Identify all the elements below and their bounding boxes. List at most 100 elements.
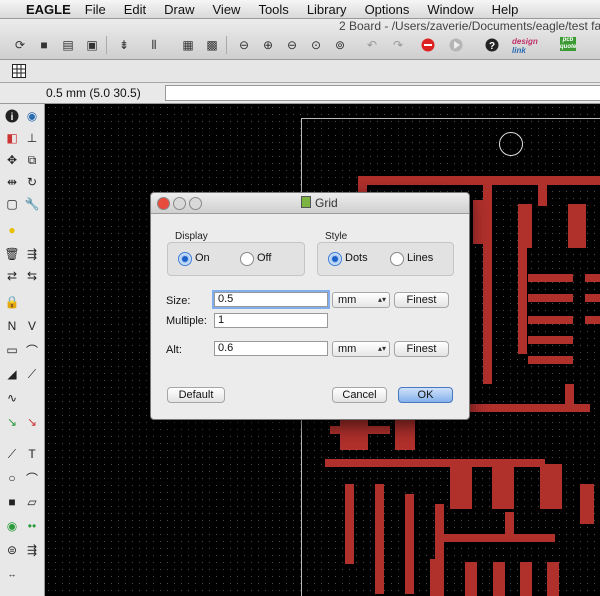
- style-lines-radio[interactable]: [390, 252, 404, 266]
- schematic-icon[interactable]: ▦: [180, 37, 196, 53]
- name-icon[interactable]: N: [4, 318, 20, 334]
- via-icon[interactable]: ◉: [4, 518, 20, 534]
- menu-draw[interactable]: Draw: [164, 2, 194, 17]
- alt-finest-button[interactable]: Finest: [394, 341, 449, 357]
- alt-input[interactable]: 0.6: [214, 341, 328, 356]
- route-icon[interactable]: ↘: [4, 414, 20, 430]
- text-icon[interactable]: T: [24, 446, 40, 462]
- lock-icon[interactable]: 🔒: [4, 294, 20, 310]
- signal-icon[interactable]: ••: [24, 518, 40, 534]
- mark-icon[interactable]: ⊥: [24, 130, 40, 146]
- change-icon[interactable]: 🔧: [24, 196, 40, 212]
- dialog-titlebar[interactable]: Grid: [151, 193, 469, 214]
- alt-unit-select[interactable]: mm ▴▾: [332, 341, 390, 357]
- svg-text:?: ?: [489, 41, 495, 52]
- menu-tools[interactable]: Tools: [258, 2, 288, 17]
- dialog-title: Grid: [301, 196, 338, 210]
- main-toolbar: 2 Board - /Users/zaverie/Documents/eagle…: [0, 19, 600, 60]
- zoom-out-icon[interactable]: ⊖: [284, 37, 300, 53]
- cancel-button[interactable]: Cancel: [332, 387, 387, 403]
- hole-icon[interactable]: ⊜: [4, 542, 20, 558]
- style-group: Dots Lines: [317, 242, 454, 276]
- go-icon[interactable]: [448, 37, 464, 53]
- dimension-icon[interactable]: ↔: [4, 566, 20, 582]
- display-on-label: On: [195, 252, 210, 264]
- menu-file[interactable]: File: [85, 2, 106, 17]
- pad: [580, 484, 594, 524]
- ripup-icon[interactable]: ↘: [24, 414, 40, 430]
- command-line-input[interactable]: [165, 85, 600, 101]
- info-icon[interactable]: i: [4, 108, 20, 124]
- app-menu[interactable]: EAGLE: [26, 2, 71, 17]
- undo-icon[interactable]: ↶: [364, 37, 380, 53]
- zoom-select-icon[interactable]: ⊚: [332, 37, 348, 53]
- arc-icon[interactable]: ⌒: [24, 470, 40, 486]
- ok-button[interactable]: OK: [398, 387, 453, 403]
- delete-icon[interactable]: 🗑: [4, 246, 20, 262]
- trace: [405, 494, 414, 594]
- display-icon[interactable]: ◧: [4, 130, 20, 146]
- grid-icon[interactable]: [12, 64, 26, 78]
- trace: [345, 484, 354, 564]
- trace: [538, 176, 547, 206]
- menu-library[interactable]: Library: [307, 2, 347, 17]
- zoom-in-icon[interactable]: ⊕: [260, 37, 276, 53]
- minimize-icon[interactable]: [173, 197, 186, 210]
- menu-window[interactable]: Window: [427, 2, 473, 17]
- smash-icon[interactable]: ▭: [4, 342, 20, 358]
- move-icon[interactable]: ✥: [4, 152, 20, 168]
- close-icon[interactable]: [157, 197, 170, 210]
- print-icon[interactable]: ▤: [60, 37, 76, 53]
- multiple-input[interactable]: 1: [214, 313, 328, 328]
- add-icon[interactable]: ⇶: [24, 246, 40, 262]
- redo-icon[interactable]: ↷: [390, 37, 406, 53]
- meander-icon[interactable]: ∿: [4, 390, 20, 406]
- copy-icon[interactable]: ⧉: [24, 152, 40, 168]
- display-on-radio[interactable]: [178, 252, 192, 266]
- circle-icon[interactable]: ○: [4, 470, 20, 486]
- menu-help[interactable]: Help: [492, 2, 519, 17]
- stop-icon[interactable]: [420, 37, 436, 53]
- menu-options[interactable]: Options: [365, 2, 410, 17]
- optimize-icon[interactable]: ⟋: [24, 366, 40, 382]
- pad: [568, 204, 586, 248]
- replace-icon[interactable]: ⇆: [24, 268, 40, 284]
- show-icon[interactable]: ◉: [24, 108, 40, 124]
- paste-icon[interactable]: ●: [4, 222, 20, 238]
- rotate-icon[interactable]: ↻: [24, 174, 40, 190]
- menu-view[interactable]: View: [213, 2, 241, 17]
- pcb-quote-icon[interactable]: pcb quote: [560, 37, 576, 51]
- group-icon[interactable]: ▢: [4, 196, 20, 212]
- display-off-radio[interactable]: [240, 252, 254, 266]
- size-input[interactable]: 0.5: [214, 292, 328, 307]
- wire-icon[interactable]: ⟋: [4, 446, 20, 462]
- split-icon[interactable]: ◢: [4, 366, 20, 382]
- design-link-icon[interactable]: design link: [512, 37, 538, 55]
- zoom-icon[interactable]: [189, 197, 202, 210]
- help-icon[interactable]: ?: [484, 37, 500, 53]
- save-icon[interactable]: ■: [36, 37, 52, 53]
- zoom-redraw-icon[interactable]: ⊙: [308, 37, 324, 53]
- menu-edit[interactable]: Edit: [124, 2, 146, 17]
- polygon-icon[interactable]: ▱: [24, 494, 40, 510]
- default-button[interactable]: Default: [167, 387, 225, 403]
- pinswap-icon[interactable]: ⇄: [4, 268, 20, 284]
- value-icon[interactable]: V: [24, 318, 40, 334]
- size-label: Size:: [166, 295, 191, 307]
- size-unit-select[interactable]: mm ▴▾: [332, 292, 390, 308]
- script-icon[interactable]: ⇟: [116, 37, 132, 53]
- rect-icon[interactable]: ■: [4, 494, 20, 510]
- trace: [375, 484, 384, 594]
- miter-icon[interactable]: ⌒: [24, 342, 40, 358]
- open-icon[interactable]: ⟳: [12, 37, 28, 53]
- size-finest-button[interactable]: Finest: [394, 292, 449, 308]
- ulp-icon[interactable]: ⦀: [146, 37, 162, 53]
- zoom-fit-icon[interactable]: ⊖: [236, 37, 252, 53]
- board-icon[interactable]: ▩: [204, 37, 220, 53]
- pad: [518, 204, 532, 248]
- svg-text:i: i: [11, 112, 14, 123]
- attribute-icon[interactable]: ⇶: [24, 542, 40, 558]
- style-dots-radio[interactable]: [328, 252, 342, 266]
- mirror-icon[interactable]: ⇹: [4, 174, 20, 190]
- cam-icon[interactable]: ▣: [84, 37, 100, 53]
